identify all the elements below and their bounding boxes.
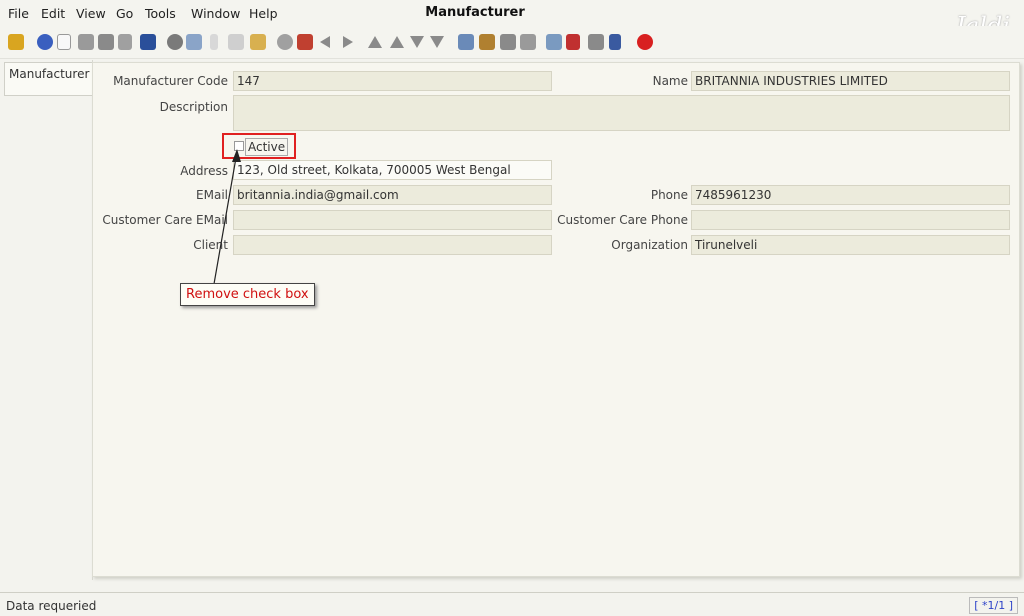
request-icon[interactable] [566, 34, 580, 50]
close-icon[interactable] [637, 34, 653, 50]
attachment-icon[interactable] [210, 34, 218, 50]
annotation-note: Remove check box [180, 283, 315, 306]
email-label: EMail [196, 188, 228, 202]
home-icon[interactable] [297, 34, 313, 50]
workflow-icon[interactable] [609, 34, 621, 50]
email-field[interactable]: britannia.india@gmail.com [233, 185, 552, 205]
customer-care-phone-label: Customer Care Phone [557, 213, 688, 227]
customer-care-email-field[interactable] [233, 210, 552, 230]
record-navigator[interactable]: [ *1/1 ] [969, 597, 1018, 614]
menu-bar: File Edit View Go Tools Window Help Manu… [0, 0, 1024, 40]
sidebar [0, 60, 93, 580]
next-record-icon[interactable] [410, 36, 424, 48]
client-label: Client [193, 238, 228, 252]
undo-icon[interactable] [8, 34, 24, 50]
delete-selection-icon[interactable] [118, 34, 132, 50]
tab-manufacturer[interactable]: Manufacturer [4, 62, 93, 96]
description-label: Description [159, 100, 228, 114]
customer-care-email-label: Customer Care EMail [102, 213, 228, 227]
help-icon[interactable] [37, 34, 53, 50]
organization-label: Organization [611, 238, 688, 252]
client-field[interactable] [233, 235, 552, 255]
save-icon[interactable] [140, 34, 156, 50]
refresh-icon[interactable] [167, 34, 183, 50]
zoom-across-icon[interactable] [546, 34, 562, 50]
find-icon[interactable] [186, 34, 202, 50]
description-field[interactable] [233, 95, 1010, 131]
manufacturer-code-field[interactable]: 147 [233, 71, 552, 91]
phone-field[interactable]: 7485961230 [691, 185, 1010, 205]
address-label: Address [180, 164, 228, 178]
status-message: Data requeried [6, 599, 97, 613]
organization-field[interactable]: Tirunelveli [691, 235, 1010, 255]
delete-icon[interactable] [98, 34, 114, 50]
chat-icon[interactable] [228, 34, 244, 50]
first-record-icon[interactable] [368, 36, 382, 48]
window-title: Manufacturer [425, 5, 525, 20]
address-field[interactable]: 123, Old street, Kolkata, 700005 West Be… [233, 160, 552, 180]
new-icon[interactable] [57, 34, 71, 50]
report-icon[interactable] [458, 34, 474, 50]
archive-icon[interactable] [479, 34, 495, 50]
copy-icon[interactable] [78, 34, 94, 50]
print-icon[interactable] [520, 34, 536, 50]
highlight-box [222, 133, 296, 159]
toolbar [0, 26, 1024, 59]
previous-record-icon[interactable] [390, 36, 404, 48]
back-icon[interactable] [320, 36, 330, 48]
name-field[interactable]: BRITANNIA INDUSTRIES LIMITED [691, 71, 1010, 91]
manufacturer-code-label: Manufacturer Code [113, 74, 228, 88]
history-icon[interactable] [250, 34, 266, 50]
product-info-icon[interactable] [588, 34, 604, 50]
last-record-icon[interactable] [430, 36, 444, 48]
print-preview-icon[interactable] [500, 34, 516, 50]
status-bar: Data requeried [ *1/1 ] [0, 592, 1024, 616]
history-icon[interactable] [277, 34, 293, 50]
forward-icon[interactable] [343, 36, 353, 48]
name-label: Name [652, 74, 688, 88]
phone-label: Phone [650, 188, 688, 202]
customer-care-phone-field[interactable] [691, 210, 1010, 230]
